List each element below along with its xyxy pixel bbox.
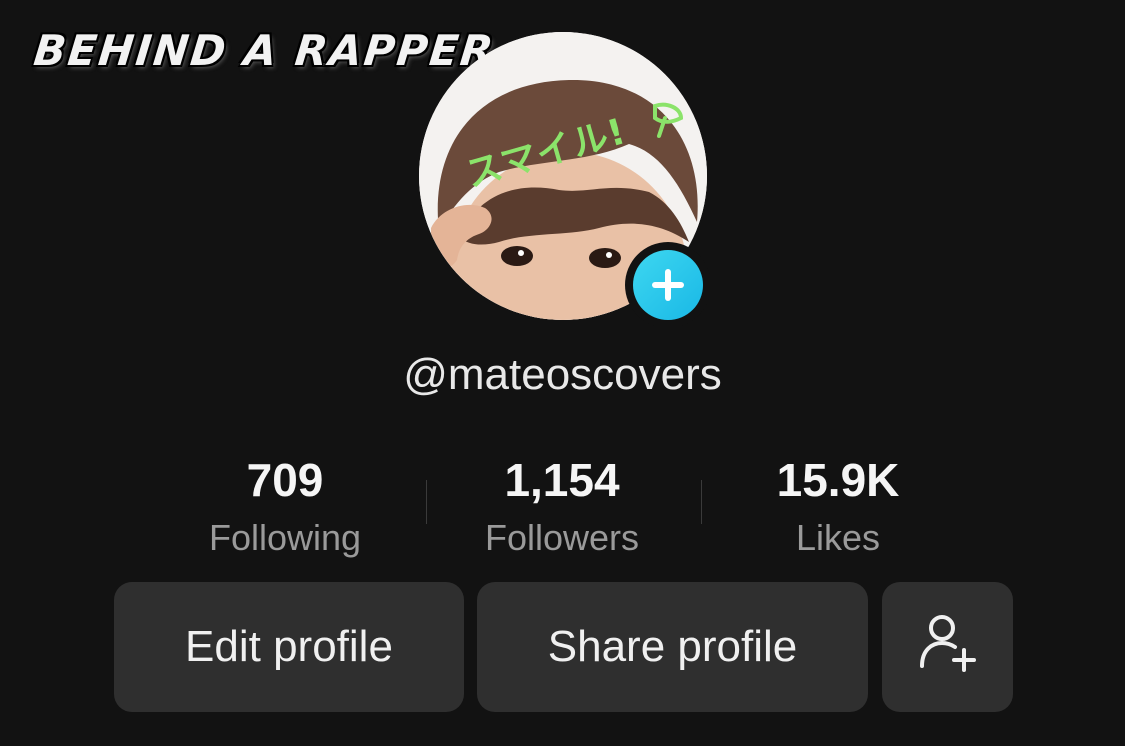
stat-label: Likes [795, 517, 881, 558]
stat-value: 1,154 [504, 454, 620, 506]
share-profile-button[interactable]: Share profile [477, 582, 868, 712]
add-user-icon [916, 610, 980, 685]
add-friend-button[interactable] [882, 582, 1013, 712]
plus-icon [633, 250, 703, 320]
stat-likes[interactable]: 15.9K Likes [700, 452, 976, 568]
stat-value: 709 [246, 454, 324, 506]
stat-label: Following [208, 517, 362, 558]
edit-profile-button[interactable]: Edit profile [114, 582, 464, 712]
add-avatar-button[interactable] [625, 242, 711, 328]
profile-avatar-container[interactable]: スマイル! [419, 32, 711, 328]
stat-followers[interactable]: 1,154 Followers [424, 452, 700, 568]
stat-value: 15.9K [776, 454, 900, 506]
stat-label: Followers [484, 517, 640, 558]
stat-following[interactable]: 709 Following [147, 452, 423, 568]
profile-stats: 709 Following 1,154 Followers 15.9K Like… [147, 452, 977, 562]
username: @mateoscovers [403, 350, 722, 399]
